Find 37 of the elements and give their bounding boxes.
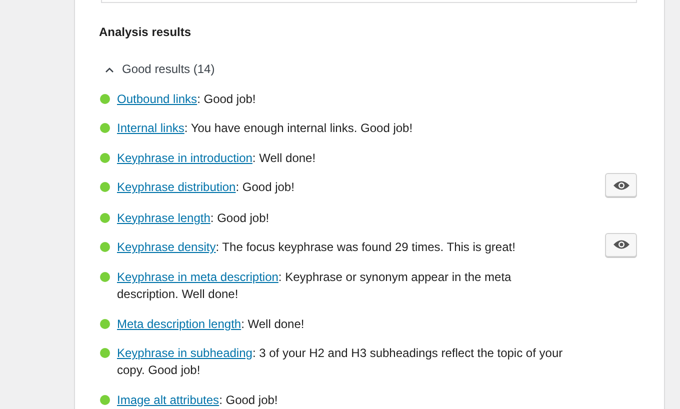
result-link[interactable]: Image alt attributes (117, 392, 220, 407)
status-dot (100, 318, 110, 329)
result-text: Image alt attributes: Good job! (117, 392, 279, 409)
eye-icon (612, 180, 630, 191)
result-link[interactable]: Meta description length (117, 316, 242, 331)
result-text: Meta description length: Well done! (117, 316, 306, 333)
result-text: Keyphrase in introduction: Well done! (117, 150, 317, 167)
status-dot (100, 152, 110, 163)
status-dot (100, 348, 110, 358)
result-link[interactable]: Keyphrase distribution (117, 180, 236, 194)
result-link[interactable]: Keyphrase density (117, 240, 216, 254)
status-dot (100, 182, 110, 192)
result-text: Keyphrase distribution: Good job! (117, 179, 296, 196)
result-link[interactable]: Keyphrase length (117, 210, 210, 225)
result-text: Keyphrase length: Good job! (117, 210, 270, 227)
result-text: Outbound links: Good job! (117, 91, 257, 108)
result-link[interactable]: Keyphrase in meta description (117, 270, 278, 284)
status-dot (100, 394, 110, 405)
status-dot (100, 94, 110, 104)
result-link[interactable]: Keyphrase in introduction (117, 150, 252, 165)
result-text: Keyphrase density: The focus keyphrase was found 29 times. This is great! (117, 238, 516, 256)
status-dot (100, 272, 110, 282)
result-text: Internal links: You have enough internal links. Good job! (117, 120, 414, 138)
section-heading: Analysis results (99, 24, 192, 41)
highlight-button[interactable] (605, 232, 637, 257)
chevron-icon (105, 66, 114, 72)
result-link[interactable]: Outbound links (117, 92, 198, 106)
highlight-button[interactable] (605, 173, 637, 198)
result-text: Keyphrase in meta description: Keyphrase or synonym appear in the meta description. Well done! (117, 269, 512, 304)
eye-icon (612, 239, 630, 250)
result-text: Keyphrase in subheading: 3 of your H2 and H3 subheadings reflect the topic of your copy. Good job! (117, 345, 564, 380)
result-link[interactable]: Internal links (117, 121, 184, 136)
status-dot (100, 212, 110, 223)
status-dot (100, 242, 110, 252)
results-toggle[interactable]: Good results (14) (99, 61, 215, 78)
status-dot (100, 123, 110, 134)
result-link[interactable]: Keyphrase in subheading (117, 346, 252, 360)
